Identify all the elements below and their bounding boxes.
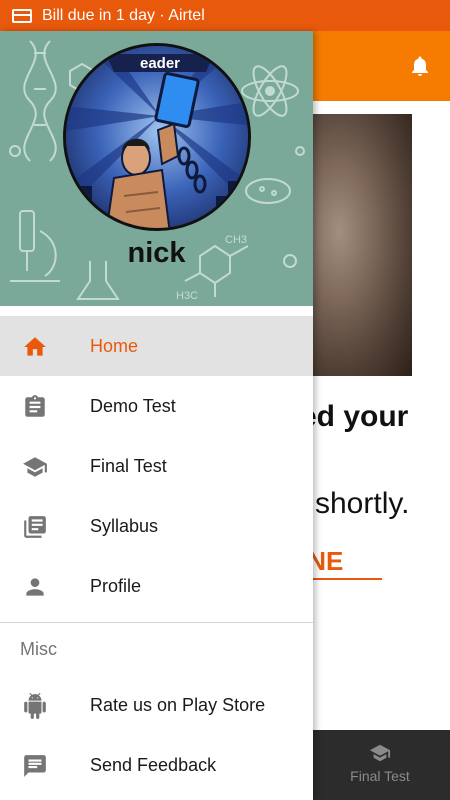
drawer-item-final-test[interactable]: Final Test (0, 436, 313, 496)
drawer-item-demo-test[interactable]: Demo Test (0, 376, 313, 436)
profile-avatar[interactable]: eader (63, 43, 251, 231)
notification-bell-icon[interactable] (408, 54, 432, 78)
feedback-icon (24, 755, 46, 777)
drawer-username: nick (127, 237, 186, 269)
background-heading: ed your (300, 400, 409, 433)
drawer-item-syllabus[interactable]: Syllabus (0, 496, 313, 556)
drawer-item-rate-us[interactable]: Rate us on Play Store (0, 675, 313, 735)
avatar-banner-text: eader (140, 55, 180, 72)
banner-image (300, 114, 412, 376)
graduation-cap-icon (369, 744, 391, 762)
drawer-item-send-feedback[interactable]: Send Feedback (0, 735, 313, 795)
status-bar: Bill due in 1 day · Airtel (0, 0, 450, 31)
drawer-item-label: Demo Test (90, 395, 176, 416)
drawer-section-misc: Misc (20, 638, 57, 659)
drawer-header: CH3 H3C eader nick (0, 31, 313, 306)
background-subtext: l shortly. (300, 487, 410, 520)
home-icon (24, 337, 46, 356)
drawer-item-label: Home (90, 335, 139, 356)
drawer-item-home[interactable]: Home (0, 316, 313, 376)
status-notification-text: Bill due in 1 day · Airtel (42, 6, 205, 24)
drawer-item-profile[interactable]: Profile (0, 556, 313, 616)
person-icon (26, 578, 44, 596)
drawer-item-label: Profile (90, 575, 142, 596)
drawer-item-label: Send Feedback (90, 754, 217, 775)
library-books-icon (24, 516, 46, 538)
drawer-item-label: Final Test (90, 455, 167, 476)
navigation-drawer: CH3 H3C eader nick Home Demo Test Final … (0, 31, 313, 800)
reader-avatar-illustration: eader (66, 46, 248, 228)
android-icon (24, 693, 46, 719)
clipboard-icon (25, 395, 45, 417)
drawer-menu: Home Demo Test Final Test Syllabus Profi… (0, 316, 313, 795)
bottom-nav-label: Final Test (350, 768, 410, 784)
bottom-nav-final-test[interactable]: Final Test (340, 742, 420, 784)
svg-text:H3C: H3C (176, 290, 198, 302)
graduation-cap-icon (23, 457, 47, 477)
drawer-item-label: Syllabus (90, 515, 159, 536)
drawer-item-label: Rate us on Play Store (90, 694, 266, 715)
credit-card-icon (12, 8, 32, 23)
